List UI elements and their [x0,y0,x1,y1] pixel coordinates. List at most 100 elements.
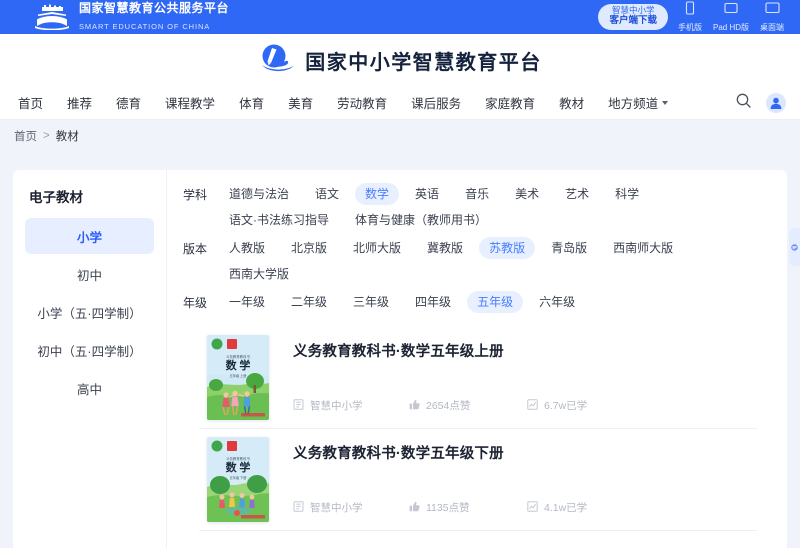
device-link-pad[interactable]: Pad HD版 [713,1,749,33]
filter-chip-grade4[interactable]: 四年级 [405,291,461,313]
textbook-list: 义务教育教科书 数 学 五年级 上册 义务教育教科书·数学五年级上册 智慧中小学… [183,335,773,531]
filter-chip-pe-health[interactable]: 体育与健康（教师用书） [345,209,497,231]
book-info: 义务教育教科书·数学五年级上册 智慧中小学 2654点赞 6.7w已学 [269,335,759,420]
book-cover-thumbnail: 义务教育教科书 数 学 五年级 下册 [207,437,269,522]
filter-row-grade: 年级 一年级 二年级 三年级 四年级 五年级 六年级 [183,291,773,317]
svg-text:数 学: 数 学 [226,460,251,474]
filter-chip-jijiao[interactable]: 冀教版 [417,237,473,259]
book-source-icon [293,500,304,515]
device-label-phone: 手机版 [677,23,702,32]
nav-item-list: 首页 推荐 德育 课程教学 体育 美育 劳动教育 课后服务 家庭教育 教材 地方… [14,93,680,112]
breadcrumb-home[interactable]: 首页 [14,128,37,144]
filter-chip-english[interactable]: 英语 [405,183,449,205]
book-title[interactable]: 义务教育教科书·数学五年级上册 [293,340,759,361]
list-item[interactable]: 义务教育教科书 数 学 五年级 上册 义务教育教科书·数学五年级上册 智慧中小学… [183,335,773,429]
nav-item-labor-education[interactable]: 劳动教育 [325,93,399,112]
breadcrumb: 首页 > 教材 [0,120,800,152]
filter-chip-qingdao[interactable]: 青岛版 [541,237,597,259]
nav-item-home[interactable]: 首页 [14,93,55,112]
filter-row-subject: 学科 道德与法治 语文 数学 英语 音乐 美术 艺术 科学 语文·书法练习指导 … [183,183,773,235]
svg-text:数 学: 数 学 [226,358,251,372]
nav-item-arts[interactable]: 美育 [276,93,325,112]
filter-options-grade: 一年级 二年级 三年级 四年级 五年级 六年级 [219,291,773,317]
filter-label-grade: 年级 [183,296,208,310]
filter-label-subject: 学科 [183,188,208,202]
book-learners: 4.1w已学 [527,500,587,515]
nav-item-local-channel[interactable]: 地方频道 [596,93,680,112]
filter-chip-xinandaxue[interactable]: 西南大学版 [219,263,299,285]
client-download-button[interactable]: 智慧中小学 客户端下载 [598,4,668,30]
nav-actions [735,92,786,114]
nav-item-course-teaching[interactable]: 课程教学 [153,93,227,112]
filter-chip-xinanshida[interactable]: 西南师大版 [603,237,683,259]
filter-chip-grade6[interactable]: 六年级 [529,291,585,313]
filter-chip-fine-arts[interactable]: 美术 [505,183,549,205]
book-cover-thumbnail: 义务教育教科书 数 学 五年级 上册 [207,335,269,420]
filter-chip-grade5[interactable]: 五年级 [467,291,524,313]
device-link-desktop[interactable]: 桌面端 [760,1,784,33]
feedback-tab-icon[interactable] [789,228,800,266]
device-label-desktop: 桌面端 [760,23,784,32]
nav-item-family-education[interactable]: 家庭教育 [473,93,547,112]
page-title: 国家中小学智慧教育平台 [305,51,542,74]
device-label-pad: Pad HD版 [712,23,749,32]
svg-text:义务教育教科书: 义务教育教科书 [226,354,250,359]
main-navigation: 首页 推荐 德育 课程教学 体育 美育 劳动教育 课后服务 家庭教育 教材 地方… [0,86,800,120]
book-likes-label: 2654点赞 [426,400,471,412]
sidebar-item-primary[interactable]: 小学 [25,218,154,254]
user-avatar-icon[interactable] [766,92,786,113]
chevron-down-icon [662,100,669,105]
device-link-phone[interactable]: 手机版 [678,1,702,33]
filter-chip-grade1[interactable]: 一年级 [219,291,275,313]
thumbs-up-icon [409,501,420,515]
book-info: 义务教育教科书·数学五年级下册 智慧中小学 1135点赞 4.1w已学 [269,437,759,522]
book-likes: 1135点赞 [409,500,527,515]
filter-label-edition: 版本 [183,242,208,256]
filter-options-subject: 道德与法治 语文 数学 英语 音乐 美术 艺术 科学 语文·书法练习指导 体育与… [219,183,773,235]
filter-chip-calligraphy[interactable]: 语文·书法练习指导 [219,209,339,231]
sidebar-item-senior[interactable]: 高中 [25,370,154,406]
sidebar-item-primary-54[interactable]: 小学（五·四学制） [25,294,154,330]
study-chart-icon [527,398,538,413]
filter-chip-beishida[interactable]: 北师大版 [343,237,411,259]
svg-text:义务教育教科书: 义务教育教科书 [226,456,250,461]
nav-item-pe[interactable]: 体育 [227,93,276,112]
filter-chip-art[interactable]: 艺术 [555,183,599,205]
book-wave-logo-icon [258,42,296,79]
filter-chip-math[interactable]: 数学 [355,183,400,205]
topbar-actions: 智慧中小学 客户端下载 手机版 Pad HD版 桌面端 [598,1,790,33]
book-likes: 2654点赞 [409,398,527,413]
filter-options-edition: 人教版 北京版 北师大版 冀教版 苏教版 青岛版 西南师大版 西南大学版 [219,237,773,289]
list-item[interactable]: 义务教育教科书 数 学 五年级 下册 义务教育教科书·数学五年级下册 智慧中小学… [183,437,773,531]
book-source-icon [293,398,304,413]
filter-chip-renjiao[interactable]: 人教版 [219,237,275,259]
book-learners: 6.7w已学 [527,398,587,413]
search-icon[interactable] [735,92,752,114]
thumbs-up-icon [409,399,420,413]
filter-chip-morality[interactable]: 道德与法治 [219,183,299,205]
book-source-label: 智慧中小学 [310,502,363,514]
book-title[interactable]: 义务教育教科书·数学五年级下册 [293,442,759,463]
filter-chip-chinese[interactable]: 语文 [305,183,349,205]
book-meta: 智慧中小学 2654点赞 6.7w已学 [293,398,759,413]
filter-row-edition: 版本 人教版 北京版 北师大版 冀教版 苏教版 青岛版 西南师大版 西南大学版 [183,237,773,289]
book-likes-label: 1135点赞 [426,502,470,514]
filter-chip-sujiao[interactable]: 苏教版 [479,237,536,259]
gov-platform-logo[interactable]: 国家智慧教育公共服务平台 SMART EDUCATION OF CHINA [10,0,229,34]
book-source: 智慧中小学 [293,500,409,515]
download-button-line2: 客户端下载 [609,14,657,26]
nav-item-after-school[interactable]: 课后服务 [399,93,473,112]
sidebar-item-junior-54[interactable]: 初中（五·四学制） [25,332,154,368]
filter-chip-beijing[interactable]: 北京版 [281,237,337,259]
nav-item-textbooks[interactable]: 教材 [547,93,596,112]
brand-logo[interactable]: 国家中小学智慧教育平台 [258,42,542,79]
filter-chip-grade3[interactable]: 三年级 [343,291,399,313]
filter-chip-science[interactable]: 科学 [605,183,649,205]
filter-chip-music[interactable]: 音乐 [455,183,499,205]
list-divider [199,428,757,429]
sidebar-title: 电子教材 [29,190,83,205]
sidebar-item-junior[interactable]: 初中 [25,256,154,292]
nav-item-recommend[interactable]: 推荐 [55,93,104,112]
nav-item-moral[interactable]: 德育 [104,93,153,112]
filter-chip-grade2[interactable]: 二年级 [281,291,337,313]
